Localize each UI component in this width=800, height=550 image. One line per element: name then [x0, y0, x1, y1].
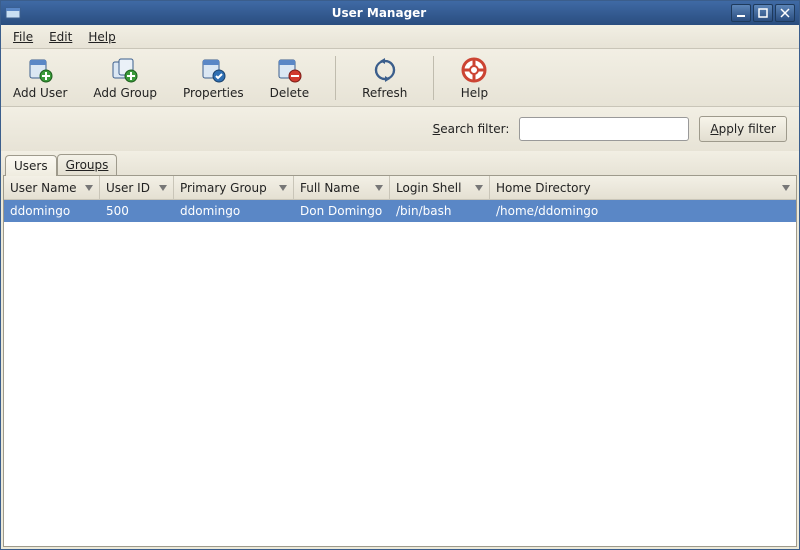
- maximize-button[interactable]: [753, 4, 773, 22]
- add-user-button[interactable]: Add User: [9, 54, 71, 102]
- chevron-down-icon: [375, 185, 383, 191]
- window: User Manager File Edit Help Add User Add…: [0, 0, 800, 550]
- refresh-button[interactable]: Refresh: [358, 54, 411, 102]
- cell-user-id: 500: [100, 204, 174, 218]
- table-header: User Name User ID Primary Group Full Nam…: [4, 176, 796, 200]
- col-login-shell[interactable]: Login Shell: [390, 176, 490, 199]
- properties-label: Properties: [183, 86, 244, 100]
- tabstrip: Users Groups: [1, 151, 799, 175]
- col-full-name[interactable]: Full Name: [294, 176, 390, 199]
- table-body[interactable]: ddomingo 500 ddomingo Don Domingo /bin/b…: [4, 200, 796, 546]
- minimize-button[interactable]: [731, 4, 751, 22]
- col-user-name[interactable]: User Name: [4, 176, 100, 199]
- help-button[interactable]: Help: [456, 54, 492, 102]
- add-user-label: Add User: [13, 86, 67, 100]
- add-group-label: Add Group: [93, 86, 157, 100]
- cell-home-directory: /home/ddomingo: [490, 204, 796, 218]
- cell-full-name: Don Domingo: [294, 204, 390, 218]
- tab-users[interactable]: Users: [5, 155, 57, 176]
- menu-help[interactable]: Help: [82, 28, 121, 46]
- app-icon: [5, 5, 21, 21]
- chevron-down-icon: [475, 185, 483, 191]
- col-user-id[interactable]: User ID: [100, 176, 174, 199]
- apply-filter-button[interactable]: Apply filter: [699, 116, 787, 142]
- search-row: Search filter: Apply filter: [1, 107, 799, 151]
- menubar: File Edit Help: [1, 25, 799, 49]
- toolbar: Add User Add Group Properties Delete Re: [1, 49, 799, 107]
- chevron-down-icon: [782, 185, 790, 191]
- add-group-icon: [111, 56, 139, 84]
- close-button[interactable]: [775, 4, 795, 22]
- chevron-down-icon: [85, 185, 93, 191]
- add-group-button[interactable]: Add Group: [89, 54, 161, 102]
- properties-icon: [199, 56, 227, 84]
- col-home-directory[interactable]: Home Directory: [490, 176, 796, 199]
- delete-button[interactable]: Delete: [266, 54, 313, 102]
- refresh-icon: [371, 56, 399, 84]
- refresh-label: Refresh: [362, 86, 407, 100]
- search-input[interactable]: [519, 117, 689, 141]
- add-user-icon: [26, 56, 54, 84]
- search-label: Search filter:: [433, 122, 510, 136]
- delete-icon: [275, 56, 303, 84]
- menu-file[interactable]: File: [7, 28, 39, 46]
- toolbar-separator-2: [433, 56, 434, 100]
- titlebar[interactable]: User Manager: [1, 1, 799, 25]
- help-label: Help: [461, 86, 488, 100]
- table: User Name User ID Primary Group Full Nam…: [3, 175, 797, 547]
- delete-label: Delete: [270, 86, 309, 100]
- toolbar-separator: [335, 56, 336, 100]
- cell-login-shell: /bin/bash: [390, 204, 490, 218]
- cell-user-name: ddomingo: [4, 204, 100, 218]
- menu-edit[interactable]: Edit: [43, 28, 78, 46]
- col-primary-group[interactable]: Primary Group: [174, 176, 294, 199]
- cell-primary-group: ddomingo: [174, 204, 294, 218]
- tab-groups[interactable]: Groups: [57, 154, 118, 175]
- window-title: User Manager: [27, 6, 731, 20]
- table-row[interactable]: ddomingo 500 ddomingo Don Domingo /bin/b…: [4, 200, 796, 222]
- help-icon: [460, 56, 488, 84]
- window-buttons: [731, 4, 795, 22]
- chevron-down-icon: [159, 185, 167, 191]
- chevron-down-icon: [279, 185, 287, 191]
- properties-button[interactable]: Properties: [179, 54, 248, 102]
